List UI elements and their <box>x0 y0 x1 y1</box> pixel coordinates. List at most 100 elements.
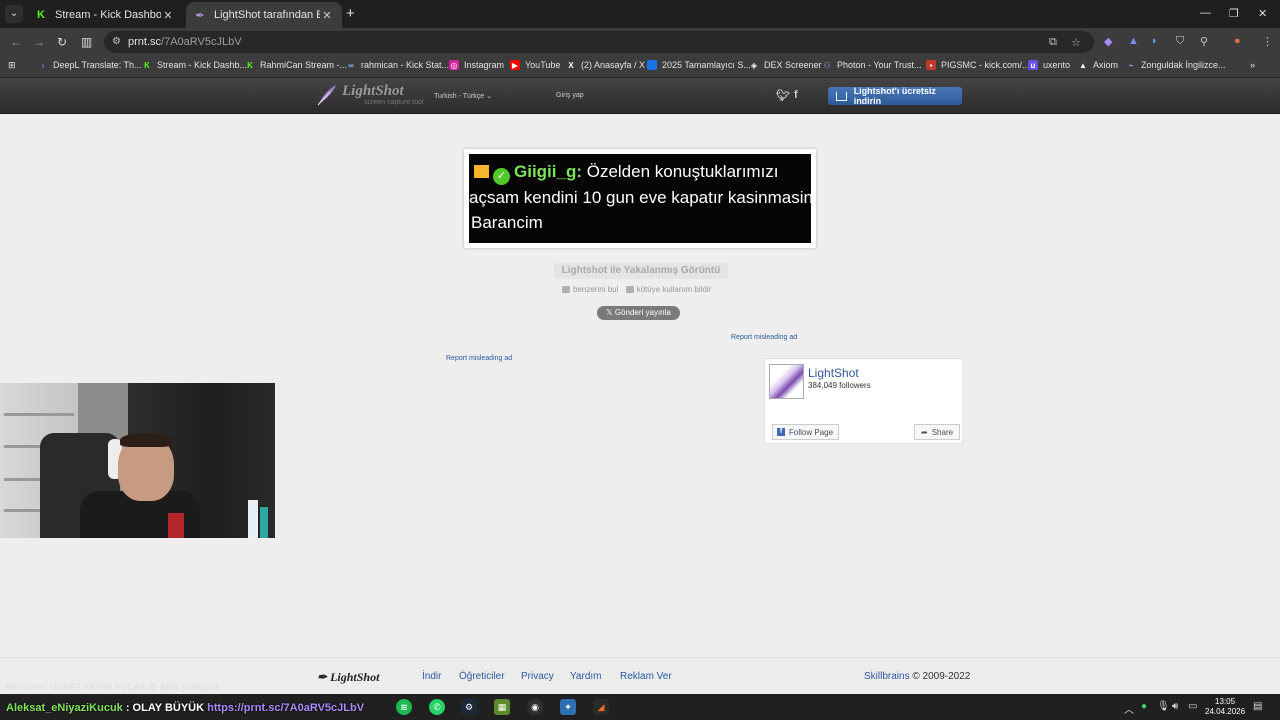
app-icon[interactable]: ◢ <box>593 699 609 715</box>
close-window-icon[interactable]: ✕ <box>1258 7 1267 20</box>
notifications-icon[interactable]: ▤ <box>1253 701 1262 712</box>
obs-icon[interactable]: ◉ <box>527 699 543 715</box>
minimize-icon[interactable]: — <box>1200 7 1211 19</box>
find-similar-link[interactable]: benzerini bul <box>573 285 618 294</box>
install-app-icon[interactable]: ⧉ <box>1049 36 1057 49</box>
extension-phantom-icon[interactable]: ◆ <box>1104 35 1112 48</box>
footer-logo[interactable]: ✒ LightShot <box>317 670 379 685</box>
kick-icon: K <box>247 60 253 70</box>
bookmark-item[interactable]: ◎ Instagram <box>449 60 504 70</box>
extension-icon[interactable]: ◗ <box>1151 35 1158 47</box>
facebook-icon[interactable]: f <box>794 89 798 101</box>
screenshot-frame[interactable]: ✓ Giigii_g: Özelden konuştuklarımızı açsa… <box>464 149 816 248</box>
tab-kick-dashboard[interactable]: K Stream - Kick Dashboard ✕ <box>27 2 183 28</box>
minecraft-icon[interactable]: ▦ <box>494 699 510 715</box>
steam-icon[interactable]: ⚙ <box>461 699 477 715</box>
footer-link-help[interactable]: Yardım <box>570 671 602 682</box>
bookmark-item[interactable]: ▶ YouTube <box>510 60 560 70</box>
screenshot-image: ✓ Giigii_g: Özelden konuştuklarımızı açsa… <box>469 154 811 243</box>
bookmark-item[interactable]: ▪ PIGSMC - kick.com/... <box>926 60 1030 70</box>
share-button[interactable]: ➦ Share <box>914 424 961 440</box>
site-info-icon[interactable]: ⚙ <box>112 36 121 47</box>
login-link[interactable]: Giriş yap <box>556 92 584 99</box>
apps-grid-icon[interactable]: ⊞ <box>8 60 16 71</box>
lightshot-logo[interactable]: LightShot screen capture tool <box>316 84 424 106</box>
extensions-puzzle-icon[interactable]: ⚲ <box>1200 35 1208 48</box>
footer-link-tutorials[interactable]: Öğreticiler <box>459 671 505 682</box>
bookmark-item[interactable]: ⚇ Photon - Your Trust... <box>822 60 921 70</box>
tweet-button-label: Gönderi yayınla <box>614 308 671 317</box>
share-icon: ➦ <box>921 427 928 437</box>
bookmark-item[interactable]: ◈ DEX Screener <box>749 60 822 70</box>
page-avatar[interactable] <box>769 364 804 399</box>
followers-count: 384,049 followers <box>808 381 871 390</box>
side-panel-icon[interactable]: ▥ <box>81 35 92 49</box>
profile-avatar[interactable]: ● <box>1234 35 1241 47</box>
webcam-can <box>168 513 184 538</box>
page-name[interactable]: LightShot <box>808 366 859 380</box>
new-tab-icon[interactable]: + <box>346 6 355 21</box>
bookmark-item[interactable]: 2025 Tamamlayıcı S... <box>647 60 751 70</box>
report-abuse-link[interactable]: kötüye kullanım bildir <box>637 285 712 294</box>
bookmark-item[interactable]: ⌁ Zonguldak İngilizce... <box>1126 60 1226 70</box>
follow-label: Follow Page <box>789 427 834 437</box>
bookmark-item[interactable]: › DeepL Translate: Th... <box>38 60 142 70</box>
crown-icon <box>474 165 489 178</box>
whatsapp-icon[interactable]: ✆ <box>429 699 445 715</box>
menu-kebab-icon[interactable]: ⋮ <box>1262 35 1273 48</box>
reload-icon[interactable]: ↻ <box>57 35 67 49</box>
close-tab-icon[interactable]: ✕ <box>320 9 334 22</box>
extension-icon[interactable]: ▲ <box>1128 35 1139 47</box>
report-ad-link[interactable]: Report misleading ad <box>446 355 512 362</box>
dexscreener-icon: ◈ <box>750 60 758 70</box>
download-button[interactable]: Lightshot'ı ücretsiz indirin <box>828 86 962 106</box>
chat-username: Giigii_g: <box>514 162 582 181</box>
download-button-label: Lightshot'ı ücretsiz indirin <box>853 86 936 106</box>
instagram-icon: ◎ <box>449 60 459 70</box>
clock-time: 13:05 <box>1215 697 1236 706</box>
skillbrains-link[interactable]: Skillbrains <box>864 671 910 682</box>
bookmark-item[interactable]: u uxento <box>1028 60 1070 70</box>
bookmark-item[interactable]: K RahmiCan Stream -... <box>245 60 347 70</box>
forward-icon[interactable]: → <box>33 35 45 49</box>
more-bookmarks-icon[interactable]: » <box>1250 60 1255 70</box>
bookmark-item[interactable]: K Stream - Kick Dashb... <box>142 60 247 70</box>
footer-link-advertise[interactable]: Reklam Ver <box>620 671 672 682</box>
tray-overflow-icon[interactable]: ︿ <box>1124 701 1134 716</box>
bookmark-icon: ⌁ <box>1128 60 1134 70</box>
language-select[interactable]: Turkish - Türkçe ⌄ <box>434 92 492 100</box>
download-icon <box>836 91 847 101</box>
bookmark-item[interactable]: ▲ Axiom <box>1078 60 1118 70</box>
tab-lightshot[interactable]: ✒ LightShot tarafından Ekran Görü ✕ <box>186 2 342 28</box>
volume-icon[interactable]: 🔊︎ <box>1172 701 1178 712</box>
footer-link-download[interactable]: İndir <box>422 671 441 682</box>
twitter-icon[interactable]: 🐦︎ <box>776 89 790 102</box>
extension-shield-icon[interactable]: ⛉ <box>1176 35 1184 48</box>
axiom-icon: ▲ <box>1079 60 1087 70</box>
close-tab-icon[interactable]: ✕ <box>161 9 175 22</box>
clock-date: 24.04.2026 <box>1205 707 1246 716</box>
network-icon[interactable]: ▭ <box>1188 701 1197 712</box>
spotify-icon[interactable]: ≋ <box>396 699 412 715</box>
restore-icon[interactable]: ❐ <box>1229 7 1239 20</box>
bookmark-item[interactable]: ∞ rahmican - Kick Stat... <box>346 60 449 70</box>
lightshot-icon: ✒ <box>195 9 205 22</box>
tray-app-icon[interactable]: ● <box>1141 701 1147 712</box>
microphone-icon[interactable]: 🎙︎ <box>1157 701 1170 712</box>
stream-overlay-faint-text: Nereden : ÜCRET YAYINI ACCAK İŞ ARA yükl… <box>6 682 219 692</box>
tab-search-chevron-icon[interactable]: ⌄ <box>5 5 23 23</box>
feather-logo-icon <box>317 85 336 106</box>
chat-line: açsam kendini 10 gun eve kapatır kasinma… <box>469 188 811 207</box>
follow-page-button[interactable]: f Follow Page <box>772 424 840 440</box>
bookmark-item[interactable]: X (2) Anasayfa / X <box>566 60 645 70</box>
tweet-button[interactable]: 𝕏 Gönderi yayınla <box>597 306 680 320</box>
logo-subtitle: screen capture tool <box>364 99 424 106</box>
address-bar[interactable]: ⚙ prnt.sc/7A0aRV5cJLbV ⧉ ☆ <box>104 31 1094 53</box>
app-icon[interactable]: ✦ <box>560 699 576 715</box>
taskbar-clock[interactable]: 13:05 24.04.2026 <box>1205 697 1245 717</box>
bookmark-star-icon[interactable]: ☆ <box>1071 36 1081 49</box>
footer-link-privacy[interactable]: Privacy <box>521 671 554 682</box>
back-icon[interactable]: ← <box>10 35 22 49</box>
report-ad-link[interactable]: Report misleading ad <box>731 334 797 341</box>
pigsmc-icon: ▪ <box>926 60 936 70</box>
